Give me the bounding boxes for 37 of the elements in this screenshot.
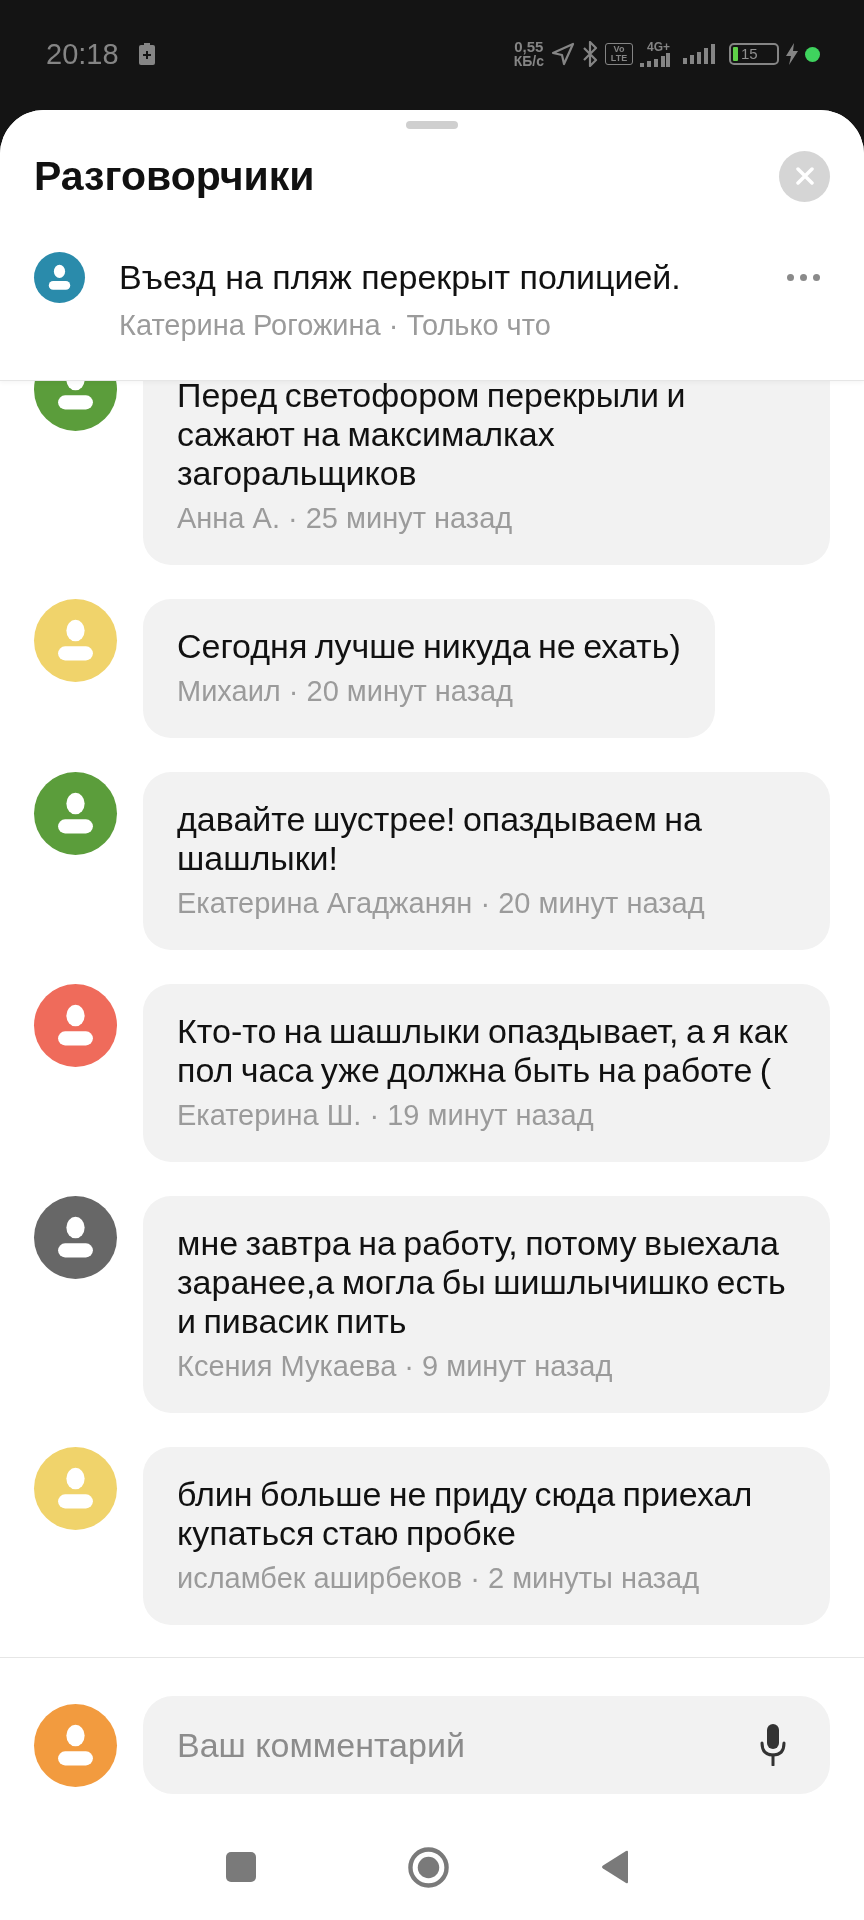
comment-meta: Анна А. · 25 минут назад [177, 501, 514, 535]
status-time: 20:18 [46, 38, 119, 70]
avatar-icon [34, 251, 85, 303]
volte-indicator: Vo LTE [605, 43, 633, 65]
drag-handle[interactable] [406, 121, 458, 129]
bluetooth-icon [582, 41, 598, 67]
circle-icon[interactable] [407, 1846, 449, 1888]
square-icon[interactable] [226, 1852, 256, 1882]
pinned-post-meta: Катерина Рогожина · Только что [119, 308, 552, 342]
charging-bolt-icon [786, 43, 798, 65]
comment-text: мне завтра на работу, потому выехала заранее,а могла бы шишлычишко есть и пивасик пить [177, 1224, 787, 1341]
signal-icon [640, 53, 670, 67]
battery-saver-icon [138, 43, 155, 65]
network-type-label: 4G+ [647, 41, 670, 53]
comment-text: блин больше не приду сюда приехал купаться стаю пробке [177, 1475, 754, 1553]
net-speed-unit: КБ/с [513, 54, 544, 68]
comment-text: Перед светофором перекрыли и сажают на максималках загоральщиков [177, 381, 687, 493]
net-speed-value: 0,55 [514, 40, 544, 54]
comment-meta: Михаил · 20 минут назад [177, 674, 515, 708]
location-arrow-icon [551, 42, 575, 66]
back-icon[interactable] [601, 1850, 629, 1884]
comment-meta: Екатерина Ш. · 19 минут назад [177, 1098, 595, 1132]
comment-field[interactable]: Ваш комментарий [143, 1696, 830, 1794]
close-icon [795, 167, 814, 185]
battery-indicator: 15 [729, 43, 779, 65]
comment-text: Сегодня лучше никуда не ехать) [177, 627, 681, 666]
signal-icon [683, 44, 716, 64]
comment-meta: исламбек аширбеков · 2 минуты назад [177, 1561, 701, 1595]
comment-meta: Екатерина Агаджанян · 20 минут назад [177, 886, 706, 920]
comment-text: давайте шустрее! опаздываем на шашлыки! [177, 800, 703, 878]
status-dot-icon [805, 46, 820, 62]
pinned-post-text: Въезд на пляж перекрыт полицией. [119, 257, 682, 297]
comment-meta: Ксения Мукаева · 9 минут назад [177, 1349, 614, 1383]
comment-text: Кто-то на шашлыки опаздывает, а я как пол часа уже должна быть на работе ( [177, 1012, 789, 1090]
sheet-title: Разговорчики [34, 152, 315, 201]
more-icon[interactable] [787, 273, 820, 281]
microphone-icon[interactable] [760, 1724, 786, 1766]
